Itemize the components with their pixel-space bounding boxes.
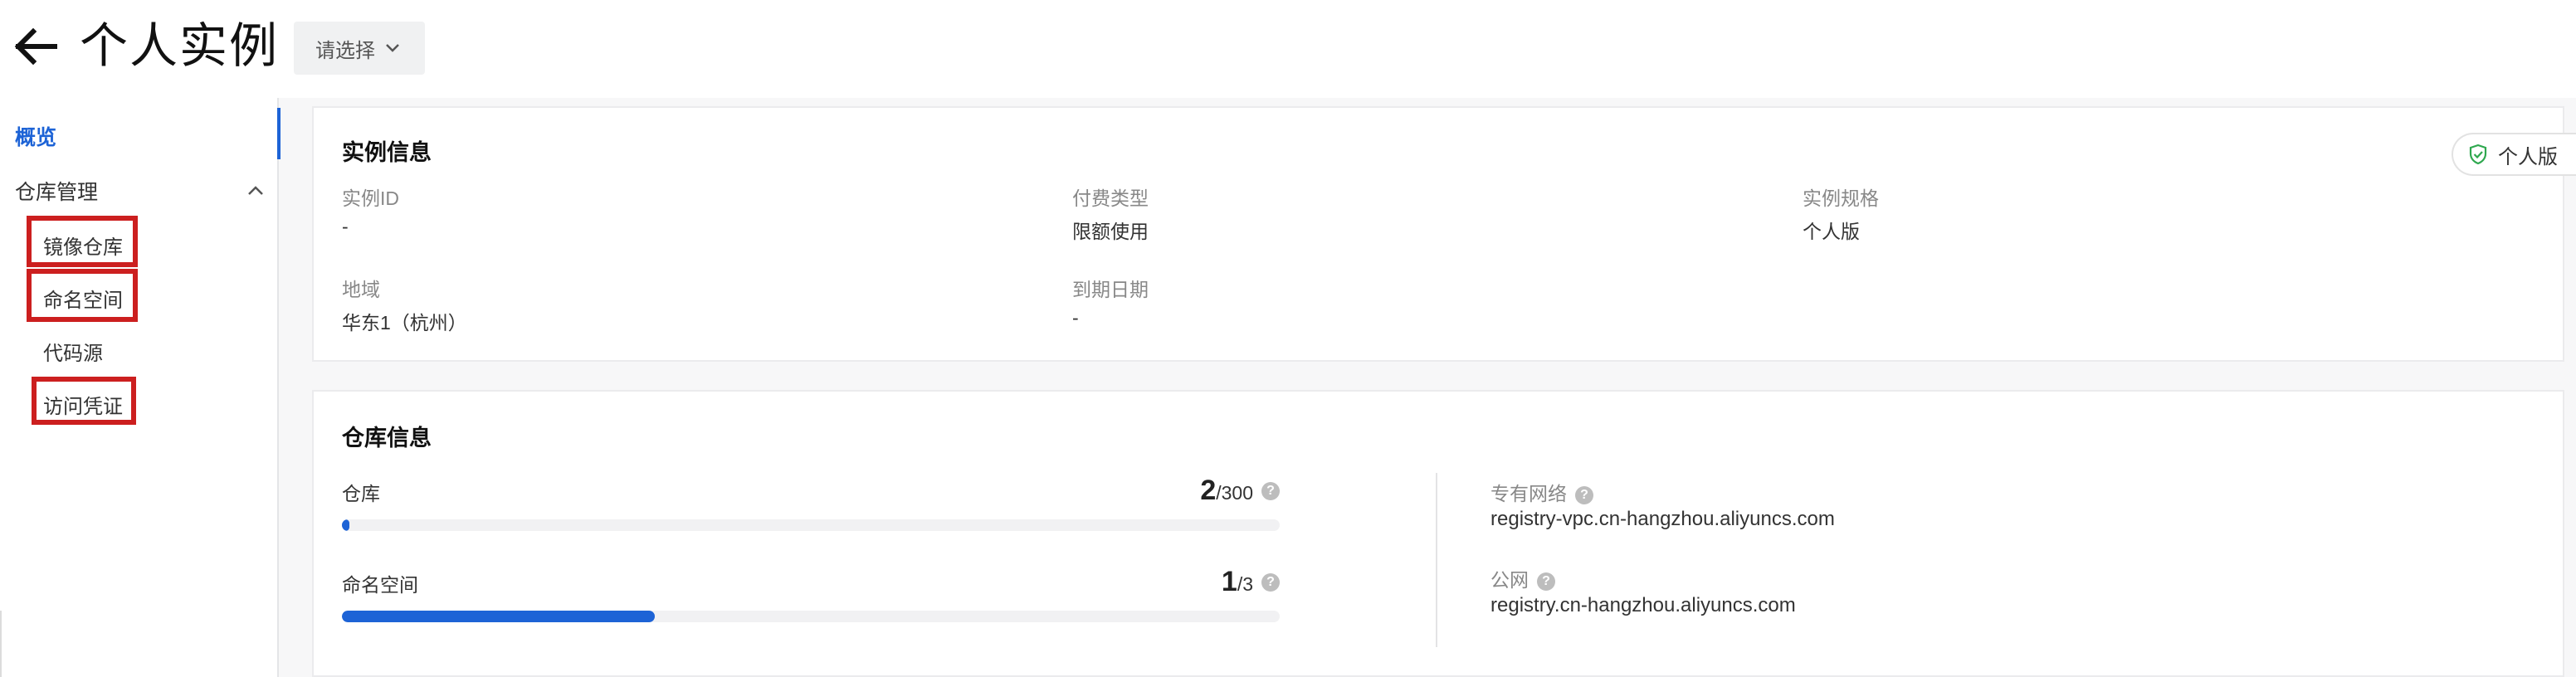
vpc-endpoint-value: registry-vpc.cn-hangzhou.aliyuncs.com — [1490, 508, 1835, 530]
instance-info-title: 实例信息 — [342, 140, 432, 165]
expire-date-label: 到期日期 — [1072, 279, 1149, 300]
instance-spec-value: 个人版 — [1803, 221, 1860, 242]
repo-quota-bar — [342, 519, 1280, 531]
namespace-quota-limit: /3 — [1237, 573, 1253, 595]
public-endpoint-label-text: 公网 — [1490, 569, 1529, 591]
question-circle-icon[interactable]: ? — [1261, 481, 1280, 500]
arrow-left-icon[interactable] — [12, 23, 58, 70]
divider — [0, 611, 2, 677]
highlight-box — [32, 377, 136, 425]
region-value: 华东1（杭州） — [342, 312, 467, 334]
shield-check-icon — [2469, 144, 2487, 165]
namespace-quota-count: 1 /3 ? — [1222, 566, 1280, 598]
repo-quota-label: 仓库 — [342, 483, 380, 504]
expire-date-value: - — [1072, 307, 1079, 329]
instance-id-label: 实例ID — [342, 188, 399, 209]
repo-info-card — [312, 390, 2564, 677]
instance-select[interactable]: 请选择 — [294, 22, 425, 75]
highlight-box — [27, 269, 138, 322]
sidebar-active-indicator — [277, 108, 281, 159]
sidebar-group-label: 仓库管理 — [15, 181, 99, 204]
repo-quota-count: 2 /300 ? — [1200, 475, 1280, 507]
page-title: 个人实例 — [80, 19, 280, 73]
edition-badge: 个人版 — [2452, 133, 2576, 176]
region-label: 地域 — [342, 279, 380, 300]
public-endpoint-value: registry.cn-hangzhou.aliyuncs.com — [1490, 594, 1796, 616]
billing-type-value: 限额使用 — [1072, 221, 1149, 242]
namespace-quota-label: 命名空间 — [342, 574, 418, 596]
sidebar-group-repo-management[interactable]: 仓库管理 — [15, 176, 264, 206]
instance-select-label: 请选择 — [315, 39, 375, 62]
vpc-endpoint-label: 专有网络? — [1490, 478, 1593, 506]
instance-id-value: - — [342, 216, 349, 237]
divider — [1436, 473, 1437, 647]
page-header: 个人实例 请选择 — [0, 0, 2576, 98]
edition-badge-label: 个人版 — [2498, 145, 2558, 168]
public-endpoint-label: 公网? — [1490, 564, 1555, 592]
vpc-endpoint-label-text: 专有网络 — [1490, 483, 1567, 504]
repo-quota-limit: /300 — [1216, 482, 1253, 504]
question-circle-icon[interactable]: ? — [1261, 572, 1280, 592]
repo-quota-used: 2 — [1200, 475, 1217, 506]
instance-info-card — [312, 106, 2564, 362]
repo-quota-bar-fill — [342, 519, 350, 531]
namespace-quota-bar-fill — [342, 611, 655, 622]
instance-spec-label: 实例规格 — [1803, 188, 1879, 209]
question-circle-icon[interactable]: ? — [1575, 485, 1593, 504]
sidebar-item-code-source[interactable]: 代码源 — [43, 337, 103, 366]
repo-info-title: 仓库信息 — [342, 426, 432, 451]
chevron-up-icon — [248, 186, 263, 195]
billing-type-label: 付费类型 — [1072, 188, 1149, 209]
namespace-quota-used: 1 — [1221, 566, 1237, 597]
chevron-down-icon — [386, 44, 399, 52]
sidebar-item-overview[interactable]: 概览 — [15, 121, 56, 151]
namespace-quota-bar — [342, 611, 1280, 622]
highlight-box — [27, 216, 138, 267]
question-circle-icon[interactable]: ? — [1537, 572, 1555, 591]
